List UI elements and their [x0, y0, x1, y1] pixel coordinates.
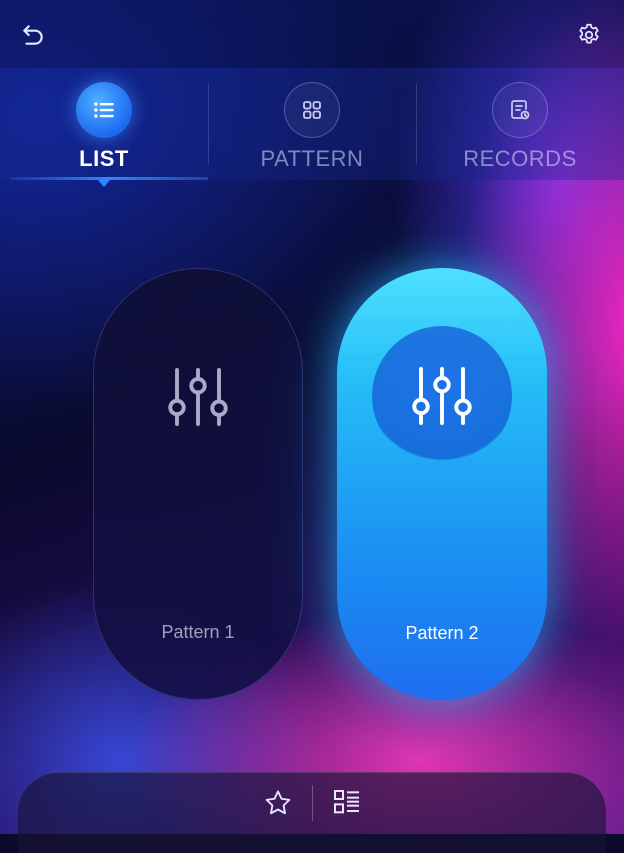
tab-records-icon-wrap: [492, 82, 548, 138]
checklist-icon: [333, 790, 359, 814]
card-icon-wrap: [372, 326, 512, 466]
list-view-button[interactable]: [321, 777, 373, 829]
sliders-icon: [168, 368, 228, 426]
bottom-bar: [18, 772, 606, 853]
top-bar: [0, 0, 624, 68]
tab-records-label: RECORDS: [463, 146, 577, 171]
tab-pattern-label: PATTERN: [260, 146, 364, 171]
tab-list-icon-wrap: [76, 82, 132, 138]
tab-pattern-icon-wrap: [284, 82, 340, 138]
tab-list[interactable]: LIST: [0, 68, 208, 187]
sliders-icon: [412, 367, 472, 425]
gear-icon: [579, 23, 599, 44]
bottom-bar-divider: [311, 785, 313, 821]
tab-records[interactable]: RECORDS: [416, 68, 624, 180]
pattern-card-1-label: Pattern 1: [161, 622, 235, 642]
pattern-card-2-label: Pattern 2: [405, 623, 479, 643]
tab-bar: LIST PATTERN RECORDS: [0, 68, 624, 187]
star-icon: [265, 790, 290, 815]
records-icon: [511, 100, 530, 120]
list-icon: [94, 102, 114, 118]
grid-icon: [303, 101, 321, 119]
back-arrow-icon: [23, 25, 43, 45]
card-icon-wrap: [128, 327, 268, 467]
back-button[interactable]: [16, 18, 50, 52]
pattern-card-2[interactable]: Pattern 2: [337, 268, 547, 700]
pattern-card-1[interactable]: Pattern 1: [93, 268, 303, 700]
settings-button[interactable]: [572, 18, 606, 52]
tab-list-label: LIST: [79, 146, 129, 171]
favorite-button[interactable]: [252, 777, 304, 829]
tab-pattern[interactable]: PATTERN: [208, 68, 416, 180]
active-tab-caret: [98, 180, 110, 187]
